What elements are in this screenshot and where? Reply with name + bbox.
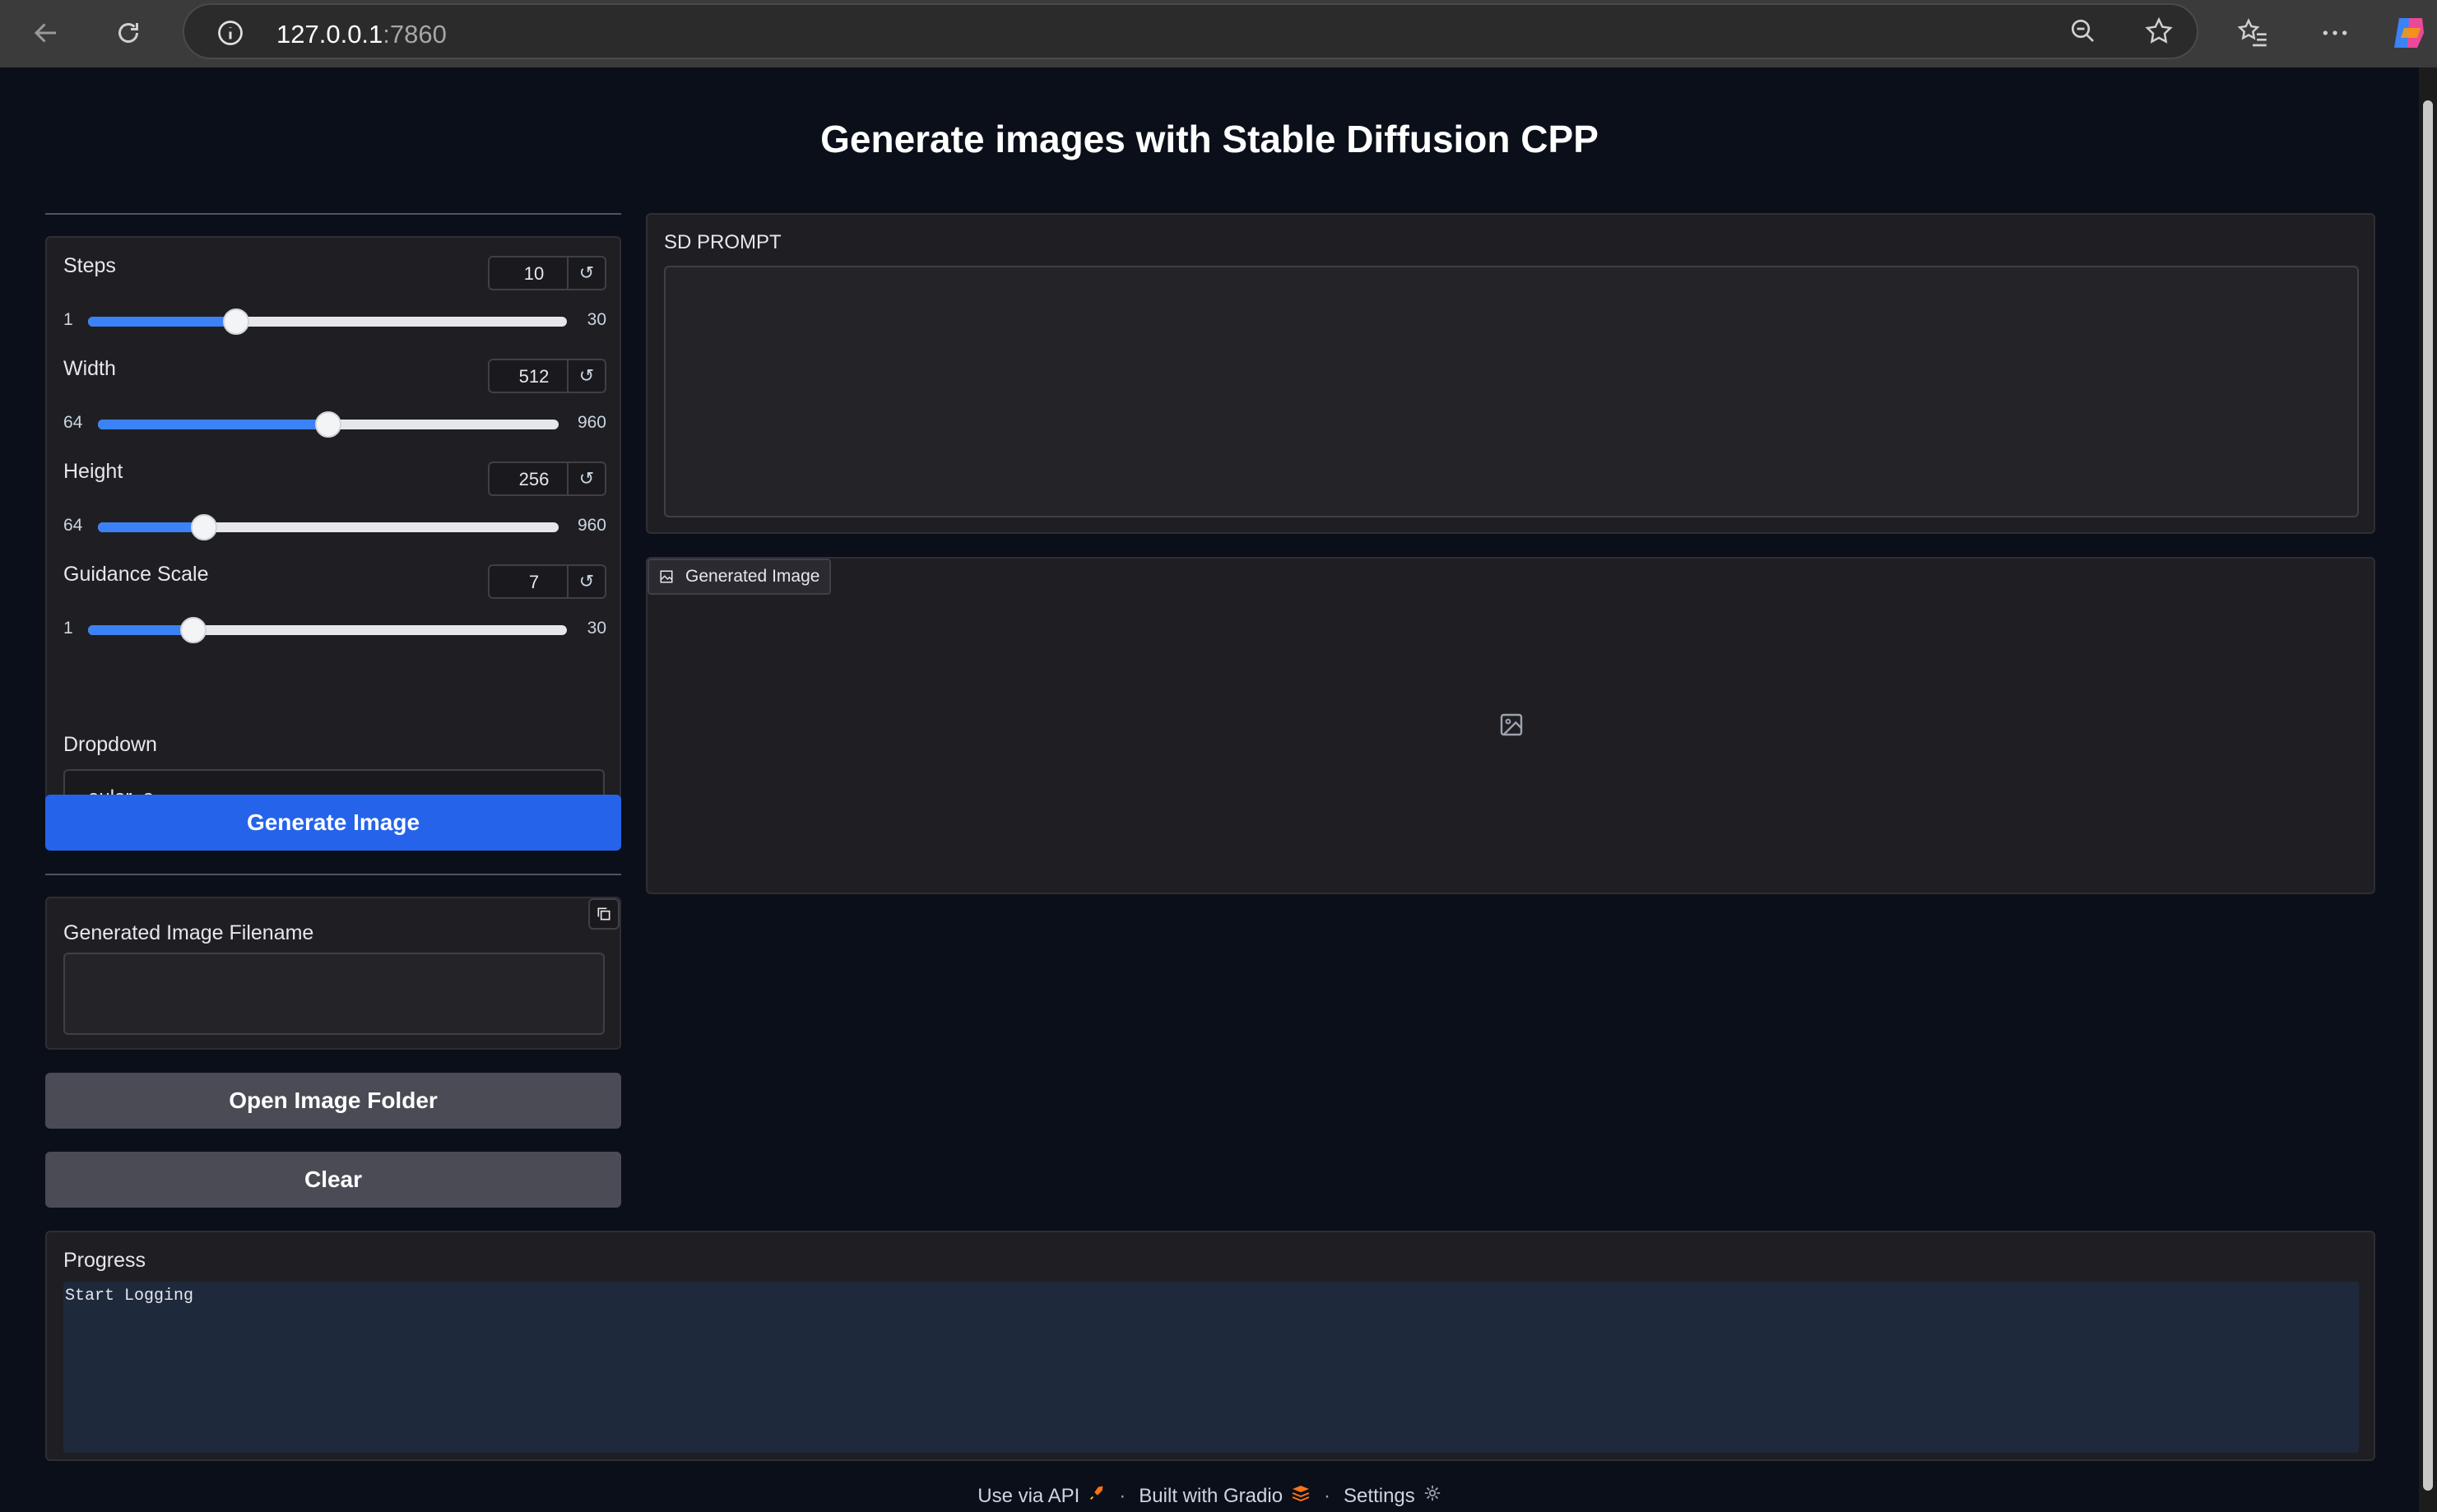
- scrollbar-thumb[interactable]: [2423, 100, 2433, 1491]
- height-fill: [98, 522, 204, 532]
- steps-label: Steps: [63, 254, 116, 277]
- width-value: 512: [518, 366, 550, 387]
- width-number-input[interactable]: 512 ↺: [488, 359, 606, 393]
- guidance-max: 30: [587, 619, 606, 638]
- divider: [45, 213, 621, 215]
- gradio-logo-icon: [1291, 1484, 1311, 1508]
- height-max: 960: [577, 516, 606, 535]
- scrollbar[interactable]: [2419, 67, 2437, 1512]
- guidance-min: 1: [63, 619, 73, 638]
- favorite-star-icon[interactable]: [2136, 8, 2182, 54]
- filename-label: Generated Image Filename: [63, 921, 314, 944]
- width-max: 960: [577, 413, 606, 432]
- guidance-number-input[interactable]: 7 ↺: [488, 564, 606, 599]
- footer-separator: ·: [1324, 1484, 1331, 1507]
- progress-label: Progress: [63, 1249, 146, 1272]
- footer: Use via API · Built with Gradio · Settin…: [0, 1484, 2419, 1508]
- progress-log[interactable]: Start Logging: [63, 1282, 2359, 1453]
- generate-image-button[interactable]: Generate Image: [45, 795, 621, 851]
- height-slider-handle[interactable]: [190, 514, 217, 540]
- height-min: 64: [63, 516, 83, 535]
- settings-link[interactable]: Settings: [1344, 1485, 1415, 1508]
- image-icon: [660, 570, 673, 583]
- reset-icon[interactable]: ↺: [567, 566, 605, 597]
- reset-icon[interactable]: ↺: [567, 360, 605, 392]
- guidance-value: 7: [528, 572, 540, 592]
- steps-track[interactable]: [88, 308, 567, 335]
- divider: [45, 874, 621, 875]
- height-value: 256: [518, 469, 550, 489]
- built-with-gradio-link[interactable]: Built with Gradio: [1139, 1485, 1283, 1508]
- prompt-label: SD PROMPT: [664, 231, 782, 253]
- steps-slider: Steps 10 ↺ 1 30: [63, 254, 606, 345]
- progress-panel: Progress Start Logging: [45, 1231, 2375, 1461]
- filename-panel: Generated Image Filename: [45, 897, 621, 1050]
- width-min: 64: [63, 413, 83, 432]
- info-icon[interactable]: [216, 18, 245, 48]
- steps-min: 1: [63, 310, 73, 329]
- height-label: Height: [63, 460, 123, 483]
- steps-max: 30: [587, 310, 606, 329]
- footer-separator: ·: [1119, 1484, 1126, 1507]
- browser-toolbar: 127.0.0.1:7860: [0, 0, 2437, 67]
- back-icon[interactable]: [23, 10, 69, 56]
- steps-value: 10: [523, 263, 545, 284]
- open-image-folder-button[interactable]: Open Image Folder: [45, 1073, 621, 1129]
- favorites-list-icon[interactable]: [2230, 10, 2276, 56]
- zoom-out-icon[interactable]: [2060, 8, 2106, 54]
- steps-fill: [88, 317, 237, 327]
- gradio-app: Generate images with Stable Diffusion CP…: [0, 67, 2419, 1512]
- guidance-slider: Guidance Scale 7 ↺ 1 30: [63, 563, 606, 653]
- height-number-input[interactable]: 256 ↺: [488, 461, 606, 496]
- dropdown-label: Dropdown: [63, 733, 157, 756]
- height-slider: Height 256 ↺ 64 960: [63, 460, 606, 550]
- address-bar[interactable]: 127.0.0.1:7860: [183, 3, 2198, 59]
- rocket-icon: [1088, 1484, 1106, 1508]
- generated-image-label: Generated Image: [648, 559, 832, 595]
- steps-number-input[interactable]: 10 ↺: [488, 256, 606, 290]
- width-label: Width: [63, 357, 116, 380]
- url-text: 127.0.0.1:7860: [276, 20, 447, 49]
- use-via-api-link[interactable]: Use via API: [977, 1485, 1079, 1508]
- clear-button[interactable]: Clear: [45, 1152, 621, 1208]
- height-track[interactable]: [98, 514, 559, 540]
- reset-icon[interactable]: ↺: [567, 257, 605, 289]
- guidance-track[interactable]: [88, 617, 567, 643]
- copy-icon[interactable]: [588, 898, 620, 930]
- reload-icon[interactable]: [105, 10, 151, 56]
- gear-icon: [1423, 1484, 1441, 1508]
- reset-icon[interactable]: ↺: [567, 463, 605, 494]
- guidance-slider-handle[interactable]: [180, 617, 207, 643]
- generated-image-panel: Generated Image: [646, 557, 2375, 894]
- width-track[interactable]: [98, 411, 559, 438]
- guidance-label: Guidance Scale: [63, 563, 209, 586]
- width-fill: [98, 420, 328, 429]
- page-title: Generate images with Stable Diffusion CP…: [820, 118, 1599, 160]
- copilot-icon[interactable]: [2386, 10, 2432, 56]
- filename-textbox[interactable]: [63, 953, 605, 1035]
- more-icon[interactable]: [2312, 10, 2358, 56]
- width-slider-handle[interactable]: [315, 411, 341, 438]
- prompt-panel: SD PROMPT: [646, 213, 2375, 534]
- generated-image-text: Generated Image: [685, 567, 820, 586]
- steps-slider-handle[interactable]: [223, 308, 250, 335]
- width-slider: Width 512 ↺ 64 960: [63, 357, 606, 448]
- prompt-textarea[interactable]: [664, 266, 2359, 517]
- log-text: Start Logging: [65, 1287, 194, 1306]
- image-placeholder-icon: [1498, 712, 1525, 742]
- guidance-fill: [88, 625, 194, 635]
- settings-panel: Steps 10 ↺ 1 30 Width 512 ↺ 64 960 Heigh…: [45, 236, 621, 838]
